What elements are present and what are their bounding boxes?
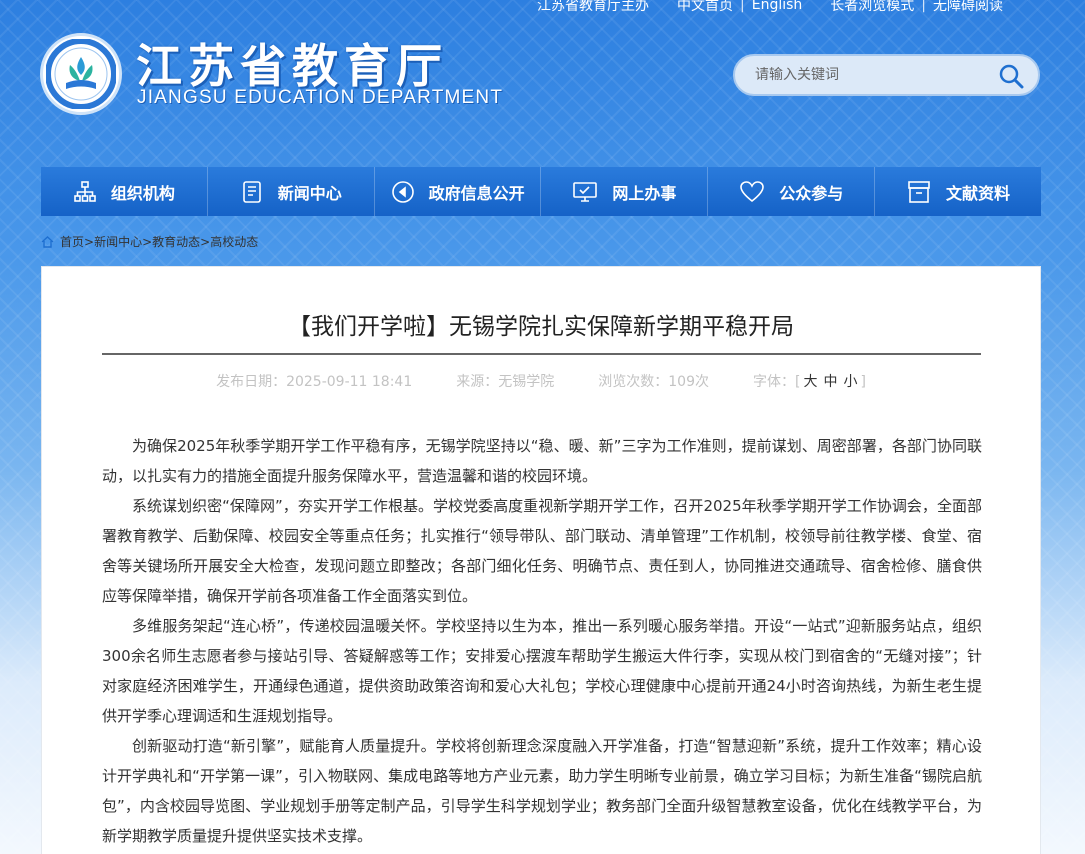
breadcrumb-separator: > [200,234,211,249]
breadcrumb-university-news[interactable]: 高校动态 [210,233,258,250]
accessibility-link[interactable]: 无障碍阅读 [926,0,1010,15]
font-size-large[interactable]: 大 [803,374,817,390]
top-links-bar: 江苏省教育厅主办 中文首页 | English 长者浏览模式 | 无障碍阅读 [530,0,1010,14]
publish-date: 发布日期：2025-09-11 18:41 [216,374,413,390]
breadcrumb-edu-news[interactable]: 教育动态 [152,233,200,250]
nav-item-public[interactable]: 公众参与 [708,167,876,216]
breadcrumb: 首页 > 新闻中心 > 教育动态 > 高校动态 [41,233,258,250]
title-divider [102,353,981,355]
nav-label: 新闻中心 [277,183,342,203]
nav-label: 网上办事 [612,183,677,203]
main-nav: 组织机构 新闻中心 政府信息公开 网上办事 公众参与 文献资料 [41,167,1041,216]
breadcrumb-separator: > [84,234,95,249]
nav-label: 组织机构 [110,183,175,203]
article-paragraph: 系统谋划织密“保障网”，夯实开学工作根基。学校党委高度重视新学期开学工作，召开2… [102,497,982,605]
nav-item-docs[interactable]: 文献资料 [875,167,1041,216]
article-source: 来源：无锡学院 [456,374,555,390]
english-link[interactable]: English [745,0,810,13]
book-flame-emblem-icon [46,39,116,109]
site-title-en[interactable]: JIANGSU EDUCATION DEPARTMENT [137,87,503,109]
article-card: 【我们开学啦】无锡学院扎实保障新学期平稳开局 发布日期：2025-09-11 1… [41,266,1041,854]
article-meta: 发布日期：2025-09-11 18:41 来源：无锡学院 浏览次数：109次 … [42,371,1040,391]
compass-icon [391,180,414,203]
article-paragraph: 为确保2025年秋季学期开学工作平稳有序，无锡学院坚持以“稳、暖、新”三字为工作… [102,437,982,485]
nav-item-news[interactable]: 新闻中心 [208,167,375,216]
nav-item-online-service[interactable]: 网上办事 [541,167,709,216]
breadcrumb-separator: > [142,234,153,249]
nav-item-org[interactable]: 组织机构 [41,167,208,216]
nav-label: 政府信息公开 [428,183,525,203]
home-cn-link[interactable]: 中文首页 [670,0,740,15]
article-paragraph: 多维服务架起“连心桥”，传递校园温暖关怀。学校坚持以生为本，推出一系列暖心服务举… [102,617,982,725]
org-chart-icon [74,180,96,202]
font-size-small[interactable]: 小 [843,374,857,390]
font-size-switcher: 字体：[大中小] [752,374,866,390]
host-label: 江苏省教育厅主办 [537,0,649,14]
font-size-medium[interactable]: 中 [823,374,837,390]
heart-icon [740,180,765,202]
nav-label: 文献资料 [946,183,1011,203]
archive-box-icon [908,180,930,203]
search-input[interactable] [755,67,985,83]
search-button[interactable] [998,63,1024,89]
nav-label: 公众参与 [779,183,844,203]
news-document-icon [242,180,261,203]
article-body: 为确保2025年秋季学期开学工作平稳有序，无锡学院坚持以“稳、暖、新”三字为工作… [102,431,982,851]
breadcrumb-news[interactable]: 新闻中心 [94,233,142,250]
search-icon [999,64,1024,89]
home-icon [41,235,54,248]
breadcrumb-home[interactable]: 首页 [60,233,84,250]
monitor-icon [573,181,598,202]
article-paragraph: 创新驱动打造“新引擎”，赋能育人质量提升。学校将创新理念深度融入开学准备，打造“… [102,737,982,845]
elder-mode-link[interactable]: 长者浏览模式 [823,0,921,15]
search-box [733,54,1040,96]
nav-item-gov-info[interactable]: 政府信息公开 [375,167,542,216]
logo-emblem[interactable] [40,33,122,115]
article-title: 【我们开学啦】无锡学院扎实保障新学期平稳开局 [288,314,794,340]
view-count: 浏览次数：109次 [598,374,709,390]
